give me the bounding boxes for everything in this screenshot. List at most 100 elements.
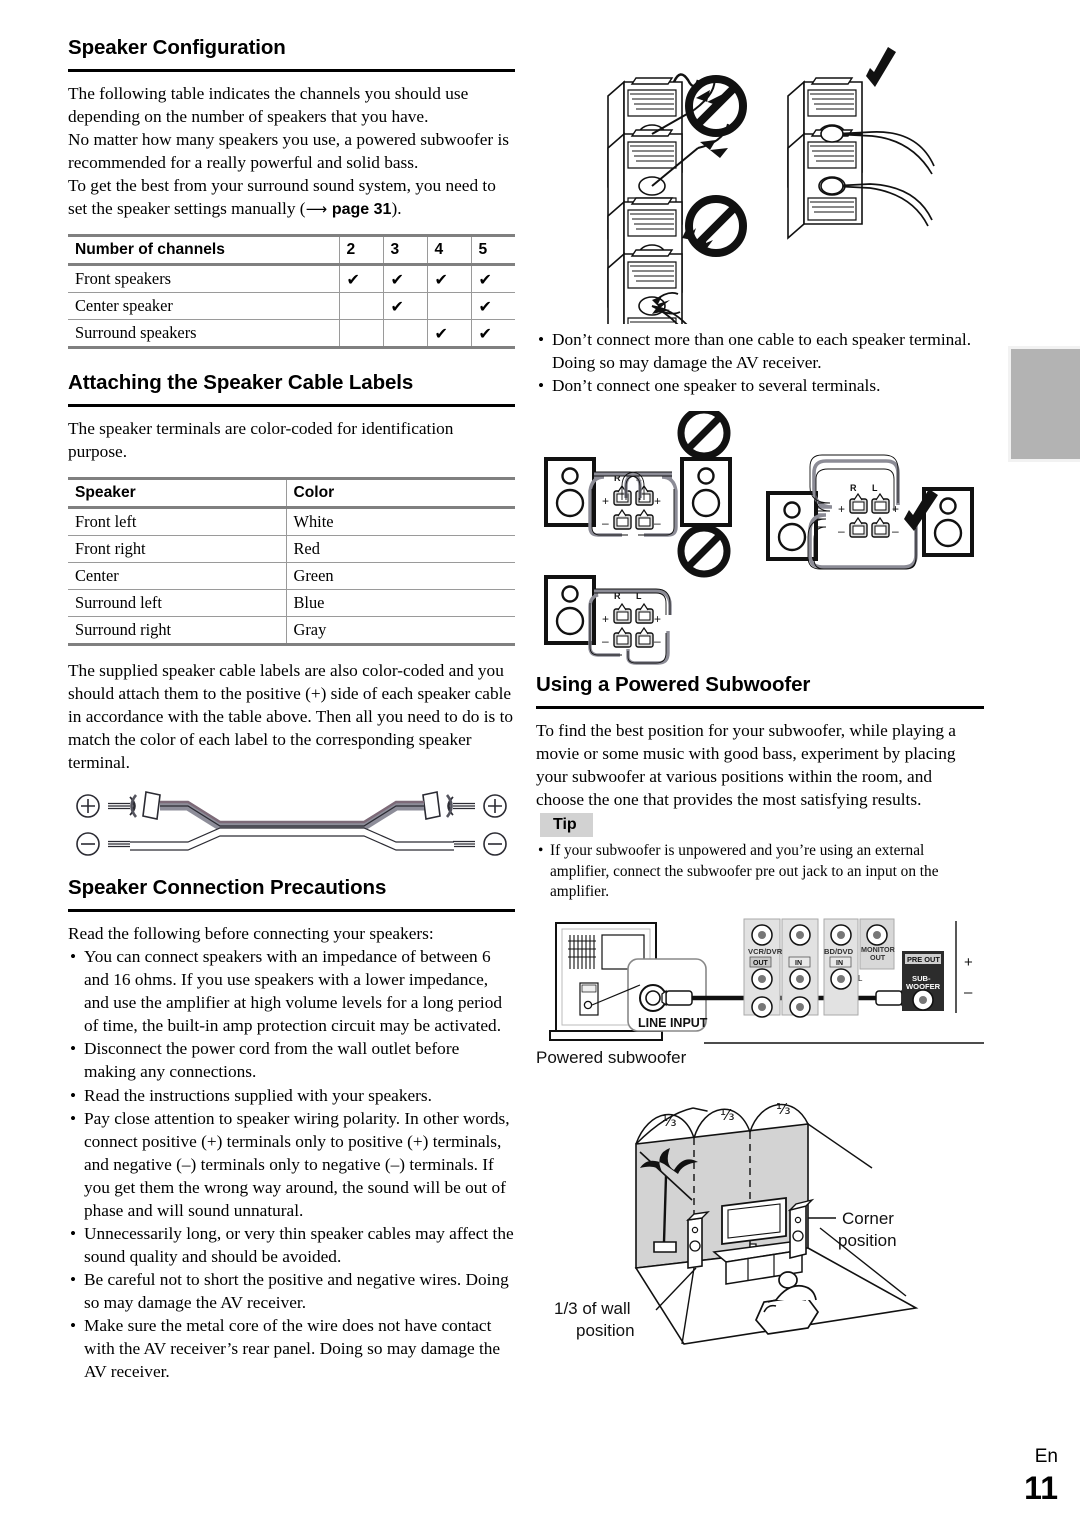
heading-rule <box>68 908 515 912</box>
table-row: Center Green <box>68 562 515 590</box>
paragraph-color-coded-intro: The speaker terminals are color-coded fo… <box>68 418 454 461</box>
left-column: Speaker Configuration The following tabl… <box>68 36 515 1384</box>
terminal-block-correct <box>787 77 935 239</box>
heading-using-a-powered-subwoofer: Using a Powered Subwoofer <box>536 673 811 697</box>
subwoofer-room-placement-figure: ⅓ ⅓ ⅓ Corner position 1/3 of wall positi… <box>536 1096 984 1358</box>
table-header-row: Speaker Color <box>68 478 515 508</box>
check-icon <box>866 47 896 87</box>
table-row: Front right Red <box>68 535 515 563</box>
wiring-wrong-bottom: R L + + – – <box>544 528 727 665</box>
svg-text:+: + <box>838 502 845 516</box>
col-header-color: Color <box>285 478 515 508</box>
list-item: Don’t connect one speaker to several ter… <box>536 374 984 397</box>
heading-speaker-configuration: Speaker Configuration <box>68 36 286 59</box>
table-row: Front left White <box>68 507 515 536</box>
cell-empty <box>338 292 383 320</box>
right-column: Don’t connect more than one cable to eac… <box>536 36 984 1358</box>
svg-text:–: – <box>964 984 973 1001</box>
cell-check: ✔ <box>470 264 515 293</box>
label-monitor-out: OUT <box>870 953 886 962</box>
table-row: Surround speakers ✔ ✔ <box>68 319 515 348</box>
wiring-correct: R L + + – – <box>766 454 974 570</box>
cable-connection-bullet-list: Don’t connect more than one cable to eac… <box>536 328 984 397</box>
list-item: Don’t connect more than one cable to eac… <box>536 328 984 374</box>
label-vcr-dvr: VCR/DVR <box>748 947 783 956</box>
pre-out-subwoofer-jack: PRE OUT SUB- WOOFER <box>902 951 944 1012</box>
page-reference-link[interactable]: page 31 <box>332 201 392 218</box>
fraction-label: ⅓ <box>776 1100 791 1118</box>
label-l-channel: L <box>858 974 863 983</box>
label-vcr-in: IN <box>795 960 802 967</box>
paragraph-config-2: No matter how many speakers you use, a p… <box>68 129 510 172</box>
speaker-color-table: Speaker Color Front left White Front rig… <box>68 477 515 646</box>
label-vcr-out: OUT <box>753 960 769 967</box>
row-label-front-speakers: Front speakers <box>75 269 172 289</box>
fraction-label: ⅓ <box>720 1106 735 1124</box>
col-header-3ch: 3 <box>382 235 427 265</box>
cell-empty <box>338 319 383 348</box>
av-receiver-rear-panel: VCR/DVR BD/DVD MONITOR OUT OUT IN IN L <box>743 918 896 1018</box>
document-page: Speaker Configuration The following tabl… <box>0 0 1080 1526</box>
svg-text:–: – <box>602 634 609 648</box>
svg-text:–: – <box>654 634 661 648</box>
list-item: Be careful not to short the positive and… <box>68 1268 515 1314</box>
page-edge-tab-marker <box>1008 346 1080 462</box>
table-row: Surround right Gray <box>68 616 515 645</box>
arrow-icon: ⟶ <box>305 199 332 218</box>
page-footer: En 11 <box>1024 1447 1058 1504</box>
language-code: En <box>1034 1446 1058 1467</box>
svg-text:+: + <box>602 494 609 508</box>
svg-text:+: + <box>654 494 661 508</box>
label-bd-dvd: BD/DVD <box>824 947 854 956</box>
cell-color-name: White <box>285 507 515 536</box>
fraction-label: ⅓ <box>662 1112 677 1130</box>
col-header-5ch: 5 <box>470 235 515 265</box>
list-item: Pay close attention to speaker wiring po… <box>68 1107 515 1222</box>
cell-check: ✔ <box>426 264 471 293</box>
wall-position-label-line1: 1/3 of wall <box>554 1299 631 1318</box>
table-row: Surround left Blue <box>68 589 515 617</box>
col-header-4ch: 4 <box>426 235 471 265</box>
col-header-2ch: 2 <box>338 235 383 265</box>
paragraph-subwoofer-position: To find the best position for your subwo… <box>536 720 956 810</box>
cell-speaker-name: Surround left <box>75 593 162 613</box>
wiring-wrong-top: R L + + – – <box>544 411 732 537</box>
speaker-cable-figure <box>68 784 515 862</box>
row-label-center-speaker: Center speaker <box>75 296 173 316</box>
svg-text:–: – <box>602 516 609 530</box>
svg-text:LINE INPUT: LINE INPUT <box>638 1016 708 1030</box>
label-bd-in: IN <box>836 960 843 967</box>
wall-position-label-line2: position <box>576 1321 635 1340</box>
paragraph-config-1: The following table indicates the channe… <box>68 83 469 126</box>
terminal-block-wrong-short <box>607 197 713 324</box>
cell-color-name: Blue <box>285 589 515 617</box>
table-header-row: Number of channels 2 3 4 5 <box>68 235 515 265</box>
col-header-speaker: Speaker <box>75 484 136 502</box>
corner-position-label-line2: position <box>838 1231 897 1250</box>
speaker-terminal-polarity: + – <box>955 921 973 1014</box>
cell-empty <box>426 292 471 320</box>
list-item: Read the instructions supplied with your… <box>68 1084 515 1107</box>
color-table-body: Front left White Front right Red Center … <box>68 507 515 645</box>
subwoofer-caption-text: Powered subwoofer <box>536 1048 687 1067</box>
svg-text:+: + <box>964 954 973 971</box>
cell-check: ✔ <box>470 292 515 320</box>
paragraph-config-3: To get the best from your surround sound… <box>68 174 515 220</box>
svg-text:+: + <box>602 612 609 626</box>
corner-position-label-line1: Corner <box>842 1209 894 1228</box>
heading-attaching-speaker-cable-labels: Attaching the Speaker Cable Labels <box>68 371 414 395</box>
precautions-bullet-list: You can connect speakers with an impedan… <box>68 945 515 1383</box>
heading-rule <box>68 68 515 72</box>
svg-text:L: L <box>872 483 878 493</box>
prohibition-icon <box>681 528 727 574</box>
speaker-wiring-diagram-figure: R L + + – – R L + + – – R L + + – – <box>536 411 984 669</box>
prohibition-icon <box>689 79 743 133</box>
prohibition-icon <box>681 411 727 456</box>
cell-color-name: Red <box>285 535 515 563</box>
col-header-number-of-channels: Number of channels <box>75 241 225 259</box>
svg-text:+: + <box>654 612 661 626</box>
cell-speaker-name: Surround right <box>75 620 172 640</box>
paragraph-precautions-intro: Read the following before connecting you… <box>68 923 434 943</box>
list-item: You can connect speakers with an impedan… <box>68 945 515 1037</box>
heading-speaker-connection-precautions: Speaker Connection Precautions <box>68 876 387 900</box>
